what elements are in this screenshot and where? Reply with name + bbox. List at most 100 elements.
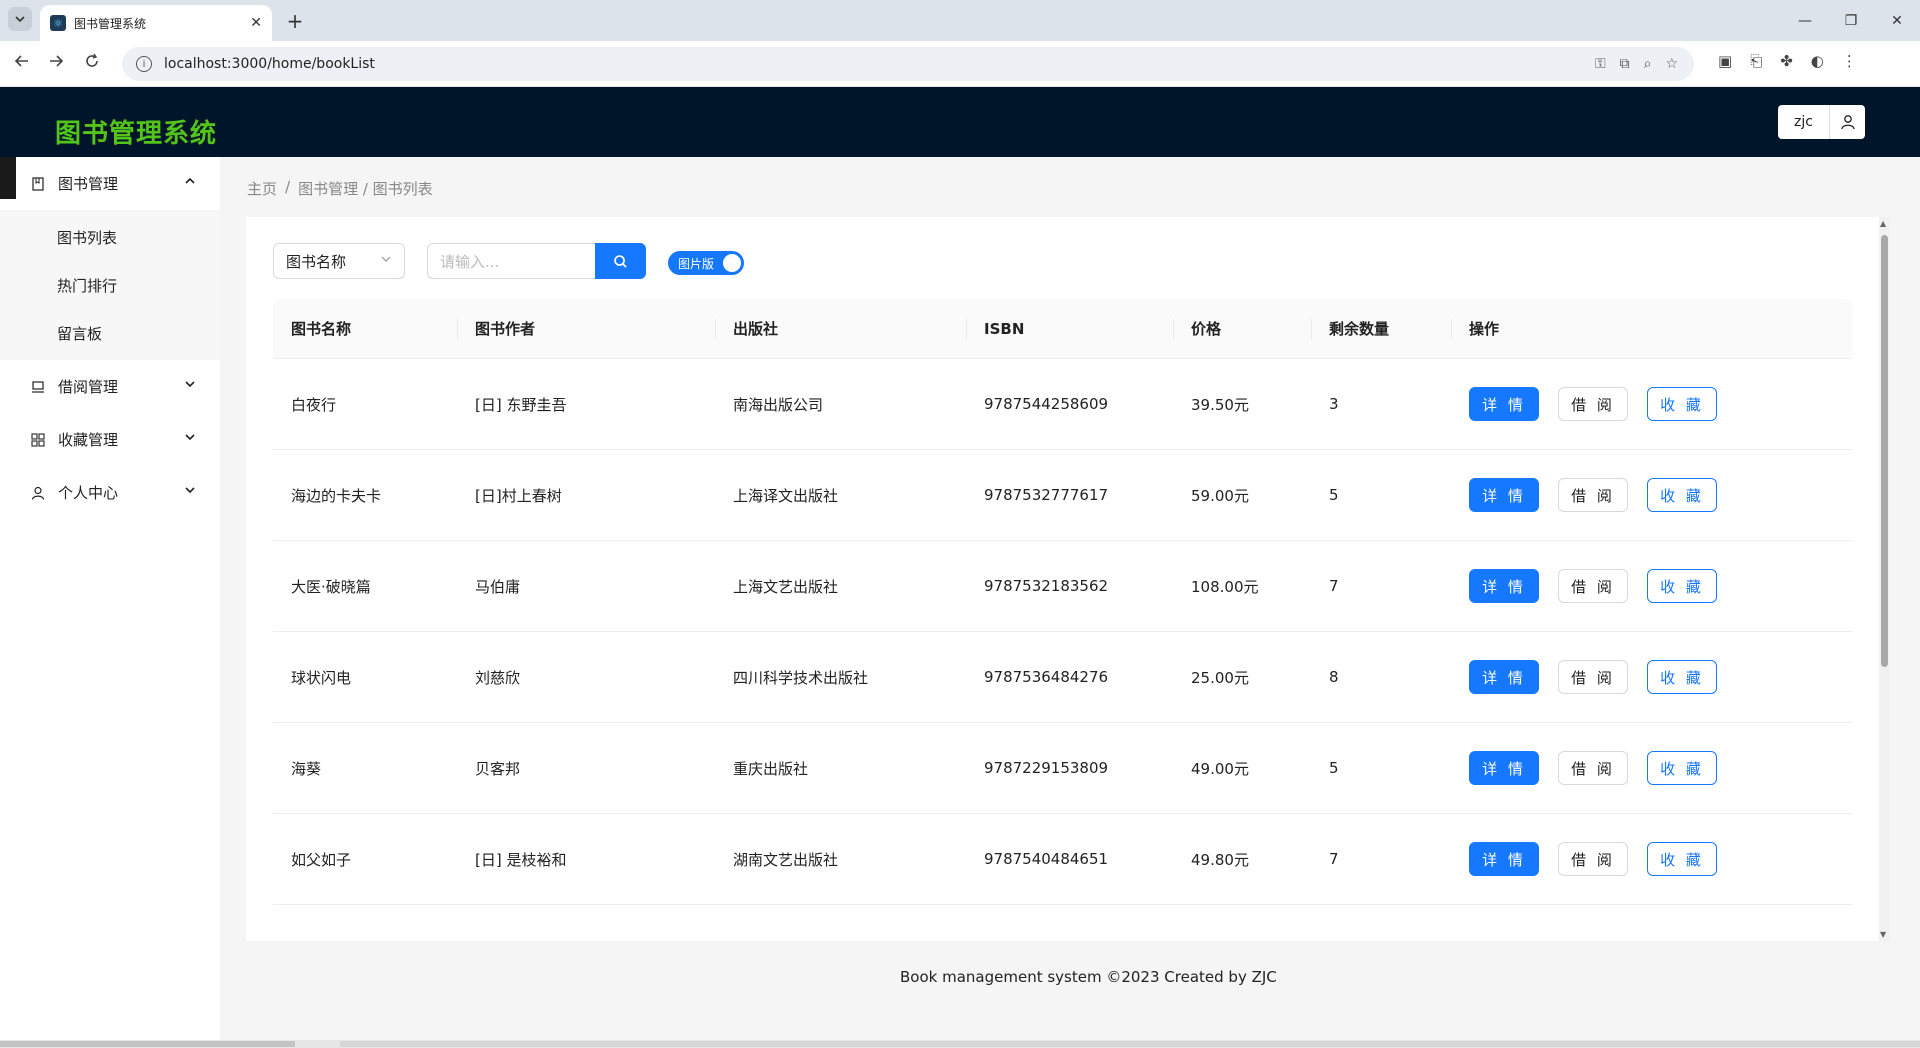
sidebar-item-personal-center[interactable]: 个人中心 — [0, 466, 220, 519]
user-avatar-icon[interactable] — [1830, 105, 1865, 139]
back-button[interactable] — [10, 52, 34, 76]
table-row: 球状闪电 刘慈欣 四川科学技术出版社 9787536484276 25.00元 8 详 情借… — [273, 632, 1852, 723]
forward-button[interactable] — [44, 52, 68, 76]
detail-button[interactable]: 详 情 — [1469, 751, 1539, 785]
address-bar[interactable]: i localhost:3000/home/bookList ⚿ ⧉ ⌕ ☆ — [122, 47, 1694, 81]
cell-publisher: 南海出版公司 — [733, 395, 824, 414]
search-field-select[interactable]: 图书名称 — [273, 243, 405, 279]
cell-price: 39.50元 — [1191, 395, 1249, 414]
image-mode-toggle[interactable]: 图片版 — [668, 251, 744, 275]
breadcrumb-home[interactable]: 主页 — [247, 178, 277, 199]
borrow-button[interactable]: 借 阅 — [1558, 751, 1628, 785]
cell-author: [日] 是枝裕和 — [475, 850, 567, 869]
cell-publisher: 湖南文艺出版社 — [733, 850, 839, 869]
browser-toolbar: i localhost:3000/home/bookList ⚿ ⧉ ⌕ ☆ ▣… — [0, 41, 1920, 87]
search-icon — [614, 254, 627, 268]
cell-stock: 5 — [1329, 486, 1339, 504]
install-app-icon[interactable]: ⧉ — [1620, 56, 1630, 72]
favorite-button[interactable]: 收 藏 — [1647, 751, 1717, 785]
horizontal-scrollbar[interactable] — [0, 1040, 1920, 1048]
cell-name: 白夜行 — [291, 395, 337, 414]
grid-icon — [30, 432, 46, 448]
breadcrumb-separator: / — [285, 178, 291, 196]
sidebar-item-book-list[interactable]: 图书列表 — [0, 213, 220, 261]
detail-button[interactable]: 详 情 — [1469, 842, 1539, 876]
bookmark-star-icon[interactable]: ☆ — [1665, 56, 1678, 72]
search-button[interactable] — [595, 243, 646, 279]
breadcrumb: 主页 / 图书管理 / 图书列表 — [247, 178, 433, 199]
new-tab-button[interactable]: + — [282, 8, 308, 34]
tab-search-dropdown[interactable] — [8, 7, 32, 31]
horizontal-scrollbar-thumb[interactable] — [0, 1041, 295, 1047]
user-icon — [30, 485, 46, 501]
cell-actions: 详 情借 阅收 藏 — [1451, 660, 1852, 694]
user-menu[interactable]: zjc — [1778, 105, 1865, 139]
detail-button[interactable]: 详 情 — [1469, 478, 1539, 512]
favorite-button[interactable]: 收 藏 — [1647, 387, 1717, 421]
cell-isbn: 9787532777617 — [984, 486, 1109, 504]
extension-icon[interactable]: ▣ — [1718, 52, 1732, 70]
reading-list-icon[interactable]: ⎗ — [1750, 52, 1762, 70]
cell-publisher: 上海译文出版社 — [733, 486, 839, 505]
column-header-publisher: 出版社 — [715, 299, 966, 359]
cell-actions: 详 情借 阅收 藏 — [1451, 387, 1852, 421]
footer-text: Book management system ©2023 Created by … — [900, 968, 1277, 986]
cell-name: 海葵 — [291, 759, 322, 778]
cell-stock: 3 — [1329, 395, 1339, 413]
browser-tabbar: ⚛ 图书管理系统 ✕ + — ❐ ✕ — [0, 0, 1920, 41]
book-icon — [30, 176, 46, 192]
cell-publisher: 上海文艺出版社 — [733, 577, 839, 596]
favorite-button[interactable]: 收 藏 — [1647, 660, 1717, 694]
sidebar-item-favorite-management[interactable]: 收藏管理 — [0, 413, 220, 466]
detail-button[interactable]: 详 情 — [1469, 660, 1539, 694]
borrow-button[interactable]: 借 阅 — [1558, 842, 1628, 876]
cell-author: [日] 东野圭吾 — [475, 395, 567, 414]
cell-author: [日]村上春树 — [475, 486, 562, 505]
reload-button[interactable] — [80, 52, 104, 76]
sidebar-item-label: 收藏管理 — [58, 431, 119, 449]
detail-button[interactable]: 详 情 — [1469, 387, 1539, 421]
borrow-button[interactable]: 借 阅 — [1558, 387, 1628, 421]
user-name[interactable]: zjc — [1778, 105, 1830, 139]
site-info-icon[interactable]: i — [136, 56, 152, 72]
sidebar-item-hot-ranking[interactable]: 热门排行 — [0, 261, 220, 309]
table-row: 海葵 贝客邦 重庆出版社 9787229153809 49.00元 5 详 情借 阅收 藏 — [273, 723, 1852, 814]
cell-price: 49.00元 — [1191, 759, 1249, 778]
sidebar-item-book-management[interactable]: 图书管理 — [0, 157, 220, 210]
cell-price: 49.80元 — [1191, 850, 1249, 869]
app-header: 图书管理系统 zjc — [0, 87, 1920, 157]
favorite-button[interactable]: 收 藏 — [1647, 842, 1717, 876]
password-key-icon[interactable]: ⚿ — [1595, 56, 1606, 72]
cell-isbn: 9787532183562 — [984, 577, 1109, 595]
browser-menu-icon[interactable]: ⋮ — [1842, 52, 1857, 70]
content-scrollbar[interactable]: ▲ ▼ — [1879, 217, 1890, 941]
tab-close-icon[interactable]: ✕ — [250, 15, 262, 31]
scroll-down-icon[interactable]: ▼ — [1880, 930, 1886, 939]
detail-button[interactable]: 详 情 — [1469, 569, 1539, 603]
search-input[interactable]: 请输入... — [427, 243, 595, 279]
column-header-price: 价格 — [1173, 299, 1311, 359]
borrow-button[interactable]: 借 阅 — [1558, 478, 1628, 512]
scrollbar-thumb[interactable] — [1881, 235, 1888, 667]
react-logo-icon: ⚛ — [50, 15, 66, 31]
table-row-partial — [273, 905, 1852, 941]
window-close-button[interactable]: ✕ — [1874, 0, 1920, 41]
profile-avatar-icon[interactable]: ◐ — [1811, 52, 1824, 70]
favorite-button[interactable]: 收 藏 — [1647, 569, 1717, 603]
cell-stock: 7 — [1329, 850, 1339, 868]
borrow-button[interactable]: 借 阅 — [1558, 569, 1628, 603]
favorite-button[interactable]: 收 藏 — [1647, 478, 1717, 512]
window-minimize-button[interactable]: — — [1782, 0, 1828, 41]
cell-author: 马伯庸 — [475, 577, 521, 596]
sidebar-collapse-handle[interactable] — [0, 157, 16, 199]
browser-tab-active[interactable]: ⚛ 图书管理系统 ✕ — [40, 5, 272, 41]
puzzle-extensions-icon[interactable]: ✤ — [1780, 52, 1793, 70]
borrow-button[interactable]: 借 阅 — [1558, 660, 1628, 694]
scroll-up-icon[interactable]: ▲ — [1880, 219, 1886, 228]
chevron-down-icon — [15, 16, 25, 23]
sidebar-item-message-board[interactable]: 留言板 — [0, 309, 220, 357]
cell-author: 刘慈欣 — [475, 668, 521, 687]
sidebar-item-borrow-management[interactable]: 借阅管理 — [0, 360, 220, 413]
window-restore-button[interactable]: ❐ — [1828, 0, 1874, 41]
zoom-icon[interactable]: ⌕ — [1644, 56, 1652, 72]
